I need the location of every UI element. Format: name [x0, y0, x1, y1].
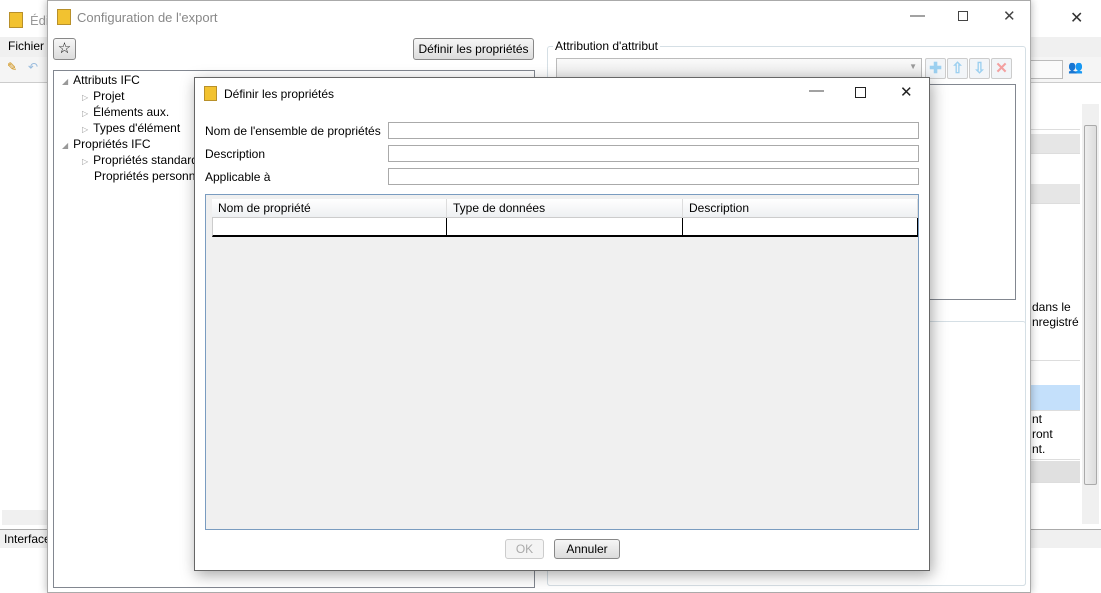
- applicable-to-input[interactable]: [388, 168, 919, 185]
- users-icon[interactable]: 👥: [1068, 60, 1083, 74]
- description-label: Description: [205, 147, 266, 161]
- define-properties-button[interactable]: Définir les propriétés: [413, 38, 534, 60]
- property-set-name-input[interactable]: [388, 122, 919, 139]
- minimize-icon[interactable]: —: [910, 7, 925, 24]
- define-properties-dialog: Définir les propriétés — ✕ Nom de l'ense…: [194, 77, 930, 571]
- attribution-group-label: Attribution d'attribut: [553, 39, 661, 53]
- property-set-name-label: Nom de l'ensemble de propriétés: [205, 124, 381, 138]
- new-row-cell-data-type[interactable]: [447, 218, 683, 237]
- attribute-combo[interactable]: ▼: [556, 58, 922, 79]
- close-icon[interactable]: ✕: [1070, 8, 1083, 28]
- maximize-icon[interactable]: [958, 11, 968, 21]
- filter-combo[interactable]: [1030, 60, 1063, 79]
- undo-icon[interactable]: ↶: [28, 60, 38, 74]
- table-row-selected[interactable]: [1030, 385, 1080, 411]
- applicable-to-label: Applicable à: [205, 170, 271, 184]
- tree-item-project[interactable]: ▷ Projet: [82, 89, 125, 103]
- ok-button[interactable]: OK: [505, 539, 544, 559]
- column-header-description[interactable]: Description: [683, 199, 918, 218]
- minimize-icon[interactable]: —: [809, 82, 824, 99]
- table-row: [1030, 108, 1080, 130]
- close-icon[interactable]: ✕: [1003, 7, 1016, 25]
- app-icon: [9, 12, 23, 28]
- table-row: nt ront nt.: [1030, 412, 1080, 460]
- description-input[interactable]: [388, 145, 919, 162]
- dialog-title: Définir les propriétés: [224, 87, 335, 101]
- background-window-title: Édi: [30, 13, 49, 28]
- tree-item-ifc-attributes[interactable]: ◢ Attributs IFC: [62, 73, 140, 87]
- pencil-icon[interactable]: ✎: [7, 60, 17, 74]
- tree-item-ifc-properties[interactable]: ◢ Propriétés IFC: [62, 137, 151, 151]
- new-row-cell-property-name[interactable]: [212, 218, 447, 237]
- app-icon: [57, 9, 71, 25]
- table-row: [1030, 461, 1080, 483]
- maximize-icon[interactable]: [855, 87, 866, 98]
- table-row: dans le nregistré: [1030, 299, 1080, 361]
- column-header-data-type[interactable]: Type de données: [447, 199, 683, 218]
- properties-grid[interactable]: Nom de propriété Type de données Descrip…: [205, 194, 919, 530]
- config-window-title: Configuration de l'export: [77, 10, 218, 25]
- tree-item-element-types[interactable]: ▷ Types d'élément: [82, 121, 180, 135]
- close-icon[interactable]: ✕: [900, 83, 913, 101]
- table-row: [1030, 184, 1080, 204]
- add-icon[interactable]: ✚: [925, 58, 946, 79]
- scrollbar-thumb[interactable]: [1084, 125, 1097, 485]
- table-row: [1030, 134, 1080, 154]
- chevron-down-icon: ▼: [909, 62, 917, 71]
- new-row-cell-description[interactable]: [683, 218, 918, 237]
- delete-icon[interactable]: ✕: [991, 58, 1012, 79]
- column-header-property-name[interactable]: Nom de propriété: [212, 199, 447, 218]
- arrow-down-icon[interactable]: ⇩: [969, 58, 990, 79]
- arrow-up-icon[interactable]: ⇧: [947, 58, 968, 79]
- tree-item-aux-elements[interactable]: ▷ Éléments aux.: [82, 105, 169, 119]
- cancel-button[interactable]: Annuler: [554, 539, 620, 559]
- tree-item-standard-properties[interactable]: ▷ Propriétés standard: [82, 153, 198, 167]
- menu-file[interactable]: Fichier: [8, 39, 44, 53]
- app-icon: [204, 86, 217, 101]
- favorite-star-button[interactable]: ☆: [53, 38, 76, 60]
